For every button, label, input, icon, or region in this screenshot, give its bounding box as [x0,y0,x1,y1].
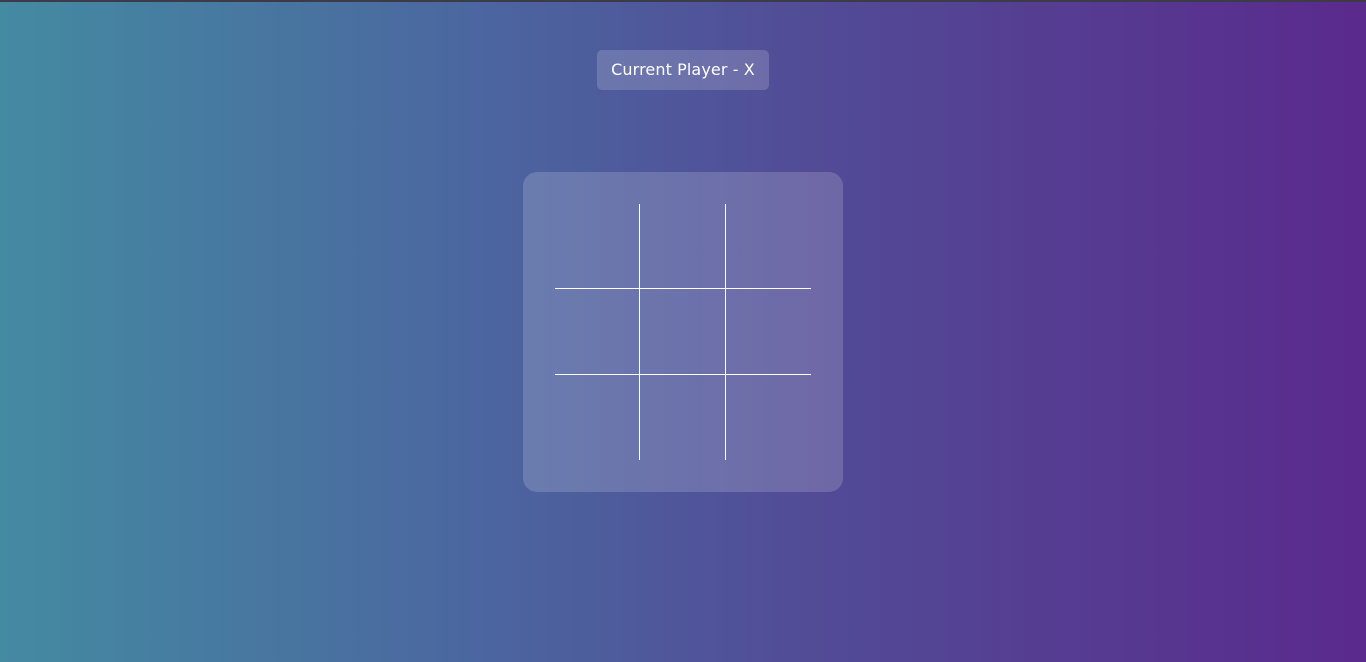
board-cell-2[interactable] [640,204,726,290]
board-cell-7[interactable] [555,374,641,460]
board-cell-4[interactable] [555,289,641,375]
board-cell-9[interactable] [726,375,811,460]
board-cell-3[interactable] [725,204,811,290]
game-page: { "status": { "current_player_text": "Cu… [0,0,1366,662]
tic-tac-toe-grid [555,204,811,460]
board-cell-1[interactable] [555,204,641,290]
board-cell-8[interactable] [640,374,726,460]
current-player-status: Current Player - X [597,50,769,90]
window-top-border [0,0,1366,2]
game-board-card [523,172,843,492]
board-cell-5[interactable] [640,289,726,375]
board-cell-6[interactable] [725,289,811,375]
